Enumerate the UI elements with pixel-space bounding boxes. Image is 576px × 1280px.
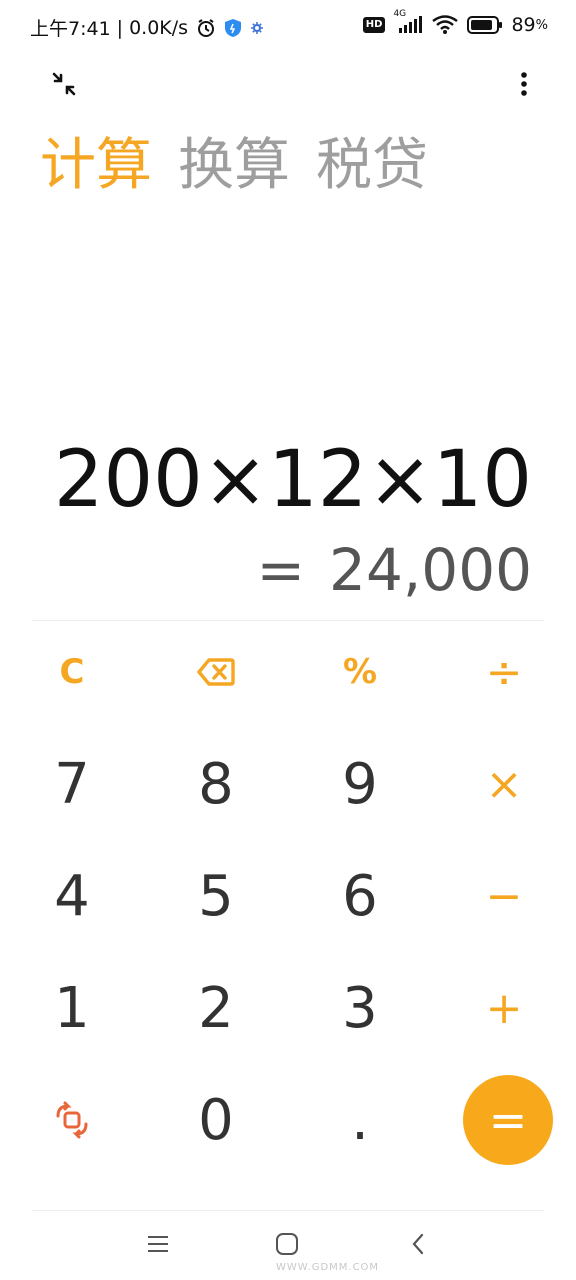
- status-left: 上午7:41 | 0.0K/s: [30, 14, 264, 41]
- back-icon: [410, 1233, 426, 1259]
- status-separator: |: [116, 16, 124, 39]
- switch-mode-button[interactable]: [0, 1064, 144, 1176]
- tab-tax-loan[interactable]: 税贷: [316, 130, 428, 202]
- more-options-button[interactable]: [504, 66, 544, 106]
- watermark: WWW.GDMM.COM: [276, 1262, 380, 1273]
- result-value: 24,000: [329, 536, 532, 604]
- shield-icon: [224, 18, 242, 38]
- battery-suffix: %: [535, 17, 548, 33]
- status-bar: 上午7:41 | 0.0K/s HD 4G 89 %: [0, 0, 576, 56]
- decimal-button[interactable]: .: [288, 1064, 432, 1176]
- battery-icon: [467, 16, 503, 34]
- equals-label: =: [488, 1093, 528, 1147]
- swap-mode-icon: [52, 1100, 92, 1140]
- key-label: 6: [342, 863, 378, 929]
- digit-7-button[interactable]: 7: [0, 728, 144, 840]
- key-label: %: [342, 652, 378, 692]
- multiply-button[interactable]: ×: [432, 728, 576, 840]
- key-label: 1: [54, 975, 90, 1041]
- key-label: ÷: [485, 646, 523, 698]
- clear-button[interactable]: C: [0, 616, 144, 728]
- subtract-button[interactable]: −: [432, 840, 576, 952]
- equals-button[interactable]: =: [432, 1064, 576, 1176]
- key-label: 5: [198, 863, 234, 929]
- network-type: 4G: [393, 9, 407, 19]
- key-label: −: [485, 870, 523, 922]
- network-speed: 0.0K/s: [129, 16, 189, 39]
- home-button[interactable]: [271, 1230, 303, 1262]
- key-label: +: [485, 982, 523, 1034]
- key-label: 4: [54, 863, 90, 929]
- status-time: 上午7:41: [30, 18, 111, 40]
- home-icon: [275, 1232, 299, 1260]
- key-label: 3: [342, 975, 378, 1041]
- digit-3-button[interactable]: 3: [288, 952, 432, 1064]
- hd-icon: HD: [362, 17, 386, 33]
- status-right: HD 4G 89 %: [362, 10, 548, 36]
- battery-percent: 89: [511, 14, 536, 36]
- key-label: 9: [342, 751, 378, 817]
- key-label: 0: [198, 1087, 234, 1153]
- key-label: 2: [198, 975, 234, 1041]
- digit-5-button[interactable]: 5: [144, 840, 288, 952]
- recent-apps-button[interactable]: [142, 1230, 174, 1262]
- keypad: C% ÷ 7 8 9 × 4 5 6 − 1 2 3 +0. =: [0, 616, 576, 1176]
- key-label: ×: [485, 758, 523, 810]
- backspace-button[interactable]: [144, 616, 288, 728]
- mode-tabs: 计算 换算 税贷: [40, 130, 428, 202]
- backspace-icon: [197, 658, 235, 686]
- digit-2-button[interactable]: 2: [144, 952, 288, 1064]
- key-label: 8: [198, 751, 234, 817]
- recent-apps-icon: [147, 1234, 169, 1258]
- wifi-icon: [431, 15, 459, 35]
- expression-display: 200×12×10: [53, 435, 532, 525]
- digit-4-button[interactable]: 4: [0, 840, 144, 952]
- digit-9-button[interactable]: 9: [288, 728, 432, 840]
- digit-0-button[interactable]: 0: [144, 1064, 288, 1176]
- equals-circle: =: [463, 1075, 553, 1165]
- key-label: 7: [54, 751, 90, 817]
- key-label: C: [59, 652, 85, 692]
- back-button[interactable]: [402, 1230, 434, 1262]
- add-button[interactable]: +: [432, 952, 576, 1064]
- percent-button[interactable]: %: [288, 616, 432, 728]
- key-label: .: [351, 1087, 369, 1153]
- hd-label: HD: [362, 17, 386, 33]
- divide-button[interactable]: ÷: [432, 616, 576, 728]
- tab-calculate[interactable]: 计算: [40, 130, 152, 202]
- result-display: = 24,000: [256, 532, 532, 608]
- alarm-icon: [196, 18, 216, 38]
- nav-divider: [32, 1210, 544, 1211]
- collapse-arrows-icon: [51, 71, 77, 101]
- digit-6-button[interactable]: 6: [288, 840, 432, 952]
- result-equals-sign: =: [256, 536, 306, 604]
- more-vertical-icon: [520, 71, 528, 101]
- digit-1-button[interactable]: 1: [0, 952, 144, 1064]
- tab-convert[interactable]: 换算: [178, 130, 290, 202]
- signal-icon: 4G: [393, 10, 423, 34]
- collapse-button[interactable]: [44, 66, 84, 106]
- gear-icon: [250, 21, 264, 35]
- digit-8-button[interactable]: 8: [144, 728, 288, 840]
